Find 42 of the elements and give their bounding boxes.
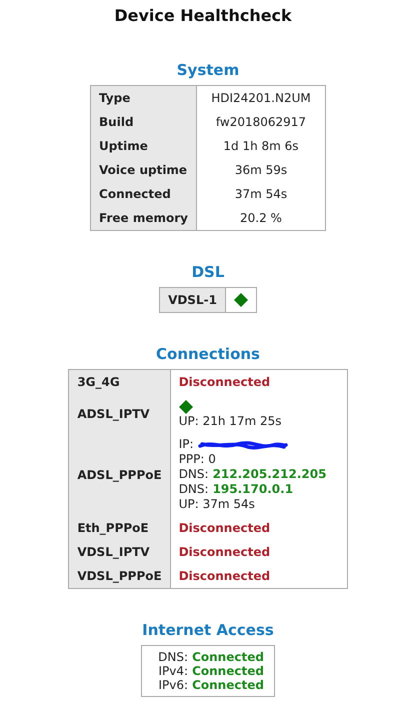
label-cell: VDSL_PPPoE xyxy=(68,564,170,588)
section-heading: Internet Access xyxy=(142,621,274,639)
value-cell: 37m 54s xyxy=(196,182,326,206)
detail-label: DNS: xyxy=(178,482,209,497)
label-cell: VDSL_IPTV xyxy=(68,540,170,564)
detail-label: UP: 21h 17m 25s xyxy=(178,414,282,429)
detail-label: IP: xyxy=(178,437,194,452)
label-cell: Eth_PPPoE xyxy=(68,516,170,540)
detail-label: PPP: 0 xyxy=(178,452,216,467)
label-cell: Uptime xyxy=(90,134,196,158)
label-cell: Free memory xyxy=(90,206,196,230)
status-label: IPv6: xyxy=(158,678,188,692)
status-label: IPv4: xyxy=(158,664,188,678)
value-cell: 36m 59s xyxy=(196,158,326,182)
status-value: Connected xyxy=(192,650,264,664)
value-cell: fw2018062917 xyxy=(196,110,326,134)
status-text: Disconnected xyxy=(178,521,270,535)
detail-label: DNS: xyxy=(178,467,209,482)
detail-value: 195.170.0.1 xyxy=(212,482,294,497)
section-heading: DSL xyxy=(192,263,224,281)
label-cell: ADSL_PPPoE xyxy=(68,433,170,516)
label-cell: Connected xyxy=(90,182,196,206)
label-cell: Voice uptime xyxy=(90,158,196,182)
label-cell: VDSL-1 xyxy=(160,288,226,312)
value-cell: HDI24201.N2UM xyxy=(196,86,326,110)
status-value: Connected xyxy=(192,678,264,692)
page-title: Device Healthcheck xyxy=(114,6,292,25)
value-cell: 1d 1h 8m 6s xyxy=(196,134,326,158)
label-cell: ADSL_IPTV xyxy=(68,394,170,433)
status-text: Disconnected xyxy=(178,375,270,389)
label-cell: 3G_4G xyxy=(68,370,170,394)
status-value: Connected xyxy=(192,664,264,678)
label-cell: Type xyxy=(90,86,196,110)
status-text: Disconnected xyxy=(178,545,270,559)
label-cell: Build xyxy=(90,110,196,134)
status-label: DNS: xyxy=(157,650,188,664)
section-heading: System xyxy=(176,61,240,79)
detail-value: 212.205.212.205 xyxy=(212,467,326,482)
detail-label: UP: 37m 54s xyxy=(178,497,255,512)
section-heading: Connections xyxy=(156,345,260,363)
status-text: Disconnected xyxy=(178,569,270,583)
value-cell: 20.2 % xyxy=(196,206,326,230)
